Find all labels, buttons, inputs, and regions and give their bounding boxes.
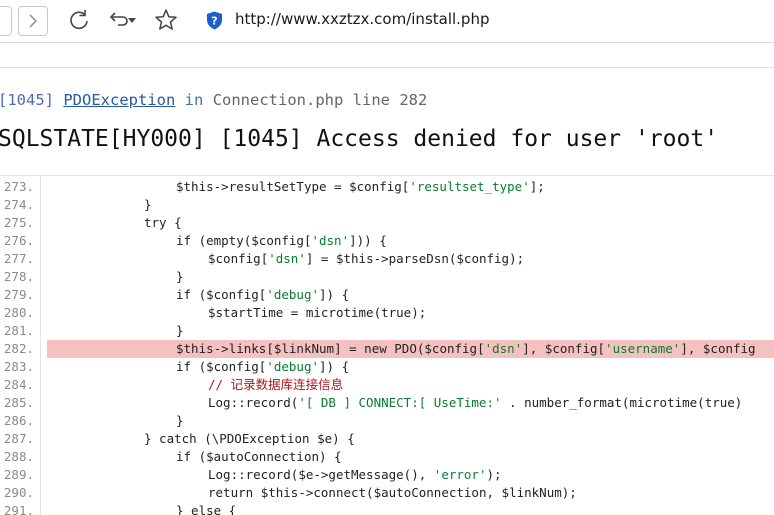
code-line: 282. $this->links[$linkNum] = new PDO($co… bbox=[0, 340, 774, 358]
code-line: 291. } else { bbox=[0, 502, 774, 515]
line-number: 290. bbox=[3, 485, 34, 500]
code-text: $startTime = microtime(true); bbox=[208, 305, 427, 320]
code-line: 276. if (empty($config['dsn'])) { bbox=[0, 232, 774, 250]
line-number: 289. bbox=[3, 467, 34, 482]
favorite-star-icon bbox=[155, 9, 177, 30]
code-text: Log::record('[ DB ] CONNECT:[ UseTime:' … bbox=[208, 395, 743, 410]
code-line: 280. $startTime = microtime(true); bbox=[0, 304, 774, 322]
line-number: 280. bbox=[3, 305, 34, 320]
exception-in-keyword: in bbox=[184, 91, 204, 109]
browser-toolbar: ? http://www.xxztzx.com/install.php bbox=[0, 0, 774, 42]
code-line: 274.} bbox=[0, 196, 774, 214]
code-line: 285. Log::record('[ DB ] CONNECT:[ UseTim… bbox=[0, 394, 774, 412]
code-text: } bbox=[176, 323, 184, 338]
back-button[interactable] bbox=[0, 6, 12, 36]
code-text: try { bbox=[144, 215, 182, 230]
code-text: } bbox=[144, 197, 152, 212]
page-divider bbox=[0, 67, 774, 68]
code-text: $config['dsn'] = $this->parseDsn($config… bbox=[208, 251, 525, 266]
code-line: 277. $config['dsn'] = $this->parseDsn($co… bbox=[0, 250, 774, 268]
code-line: 286.} bbox=[0, 412, 774, 430]
code-text: return $this->connect($autoConnection, $… bbox=[208, 485, 577, 500]
dropdown-arrow-icon bbox=[128, 18, 136, 23]
line-number: 275. bbox=[3, 215, 34, 230]
code-text: // 记录数据库连接信息 bbox=[208, 377, 344, 392]
line-number: 279. bbox=[3, 287, 34, 302]
code-text: $this->links[$linkNum] = new PDO($config… bbox=[176, 341, 756, 356]
site-security-button[interactable]: ? bbox=[205, 11, 223, 30]
code-line: 288. if ($autoConnection) { bbox=[0, 448, 774, 466]
line-number: 282. bbox=[3, 341, 34, 356]
code-line: 287. } catch (\PDOException $e) { bbox=[0, 430, 774, 448]
code-text: $this->resultSetType = $config['resultse… bbox=[176, 179, 545, 194]
exception-header: [1045] PDOException in Connection.php li… bbox=[0, 91, 427, 109]
refresh-button[interactable] bbox=[66, 7, 92, 33]
undo-dropdown-button[interactable] bbox=[125, 7, 139, 33]
code-line: 279. if ($config['debug']) { bbox=[0, 286, 774, 304]
code-line: 273. $this->resultSetType = $config['resu… bbox=[0, 178, 774, 196]
error-message: SQLSTATE[HY000] [1045] Access denied for… bbox=[0, 126, 719, 152]
error-code: [1045] bbox=[0, 91, 54, 109]
line-number: 283. bbox=[3, 359, 34, 374]
line-number: 286. bbox=[3, 413, 34, 428]
toolbar-divider bbox=[0, 42, 774, 43]
code-text: if ($config['debug']) { bbox=[176, 359, 350, 374]
exception-file-location: Connection.php line 282 bbox=[212, 91, 428, 109]
code-text: } catch (\PDOException $e) { bbox=[144, 431, 355, 446]
line-number: 273. bbox=[3, 179, 34, 194]
line-number: 277. bbox=[3, 251, 34, 266]
code-text: if ($autoConnection) { bbox=[176, 449, 342, 464]
line-number: 288. bbox=[3, 449, 34, 464]
code-line: 281.} bbox=[0, 322, 774, 340]
code-line: 284. // 记录数据库连接信息 bbox=[0, 376, 774, 394]
code-text: } bbox=[176, 413, 184, 428]
code-line: 290. return $this->connect($autoConnectio… bbox=[0, 484, 774, 502]
code-text: } bbox=[176, 269, 184, 284]
code-text: Log::record($e->getMessage(), 'error'); bbox=[208, 467, 502, 482]
forward-button[interactable] bbox=[18, 6, 48, 36]
address-bar-url[interactable]: http://www.xxztzx.com/install.php bbox=[235, 10, 489, 28]
source-code-listing: 273. $this->resultSetType = $config['resu… bbox=[0, 175, 774, 515]
code-text: } else { bbox=[176, 503, 237, 515]
shield-icon: ? bbox=[206, 11, 222, 30]
code-line: 289. Log::record($e->getMessage(), 'error… bbox=[0, 466, 774, 484]
refresh-icon bbox=[70, 10, 88, 30]
svg-text:?: ? bbox=[211, 15, 217, 28]
forward-icon bbox=[29, 14, 38, 28]
exception-class-link[interactable]: PDOException bbox=[63, 91, 175, 109]
line-number: 284. bbox=[3, 377, 34, 392]
line-number: 287. bbox=[3, 431, 34, 446]
line-number: 291. bbox=[3, 503, 34, 515]
line-number: 278. bbox=[3, 269, 34, 284]
line-number: 285. bbox=[3, 395, 34, 410]
code-text: if ($config['debug']) { bbox=[176, 287, 350, 302]
code-line: 283. if ($config['debug']) { bbox=[0, 358, 774, 376]
favorite-button[interactable] bbox=[153, 7, 179, 33]
code-text: if (empty($config['dsn'])) { bbox=[176, 233, 387, 248]
code-line: 275. try { bbox=[0, 214, 774, 232]
line-number: 274. bbox=[3, 197, 34, 212]
line-number: 276. bbox=[3, 233, 34, 248]
line-number: 281. bbox=[3, 323, 34, 338]
code-line: 278.} bbox=[0, 268, 774, 286]
